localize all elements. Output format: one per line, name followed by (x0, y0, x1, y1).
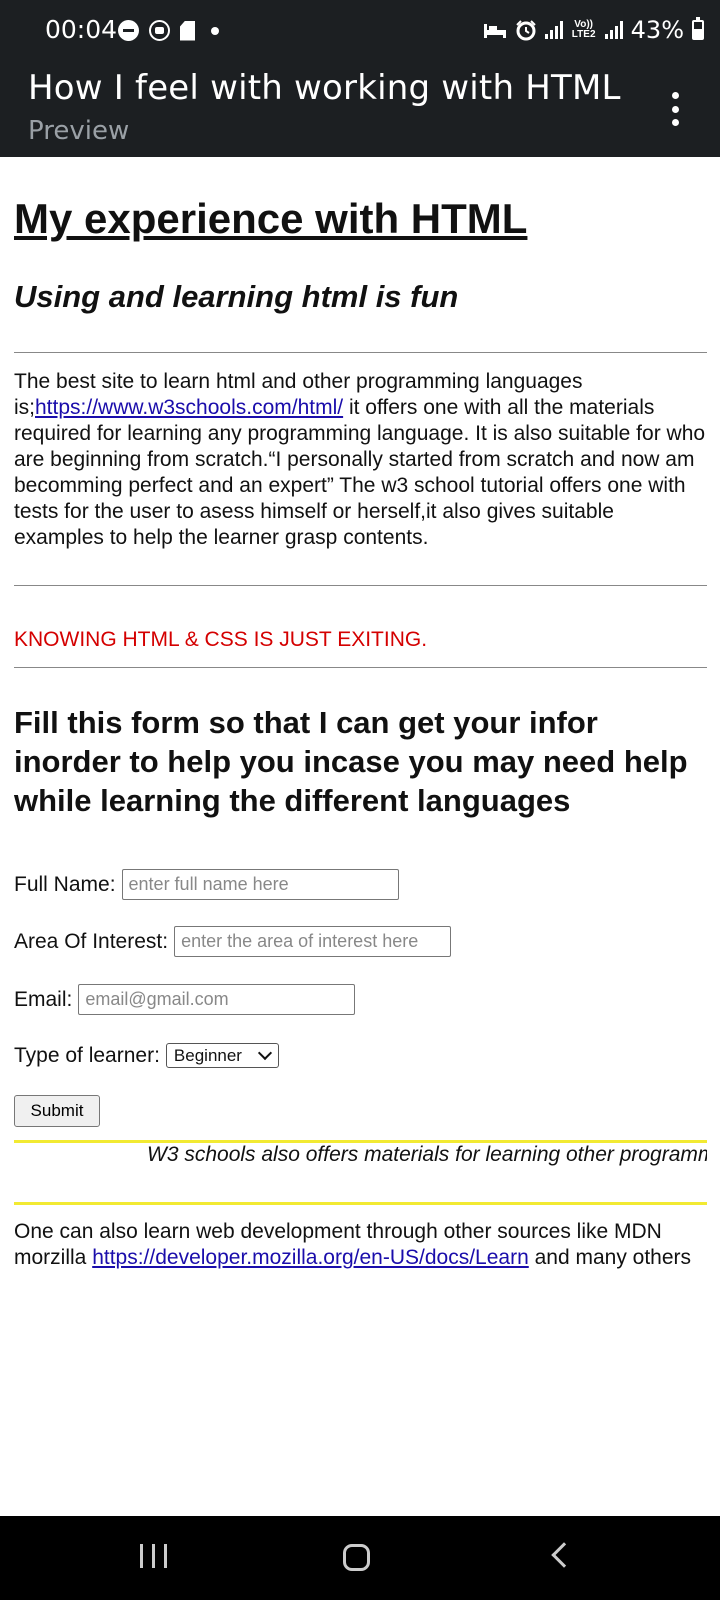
marquee: W3 schools also offers materials for lea… (14, 1141, 707, 1171)
learner-type-select[interactable]: Beginner (165, 1043, 279, 1068)
divider (14, 585, 707, 586)
battery-percent: 43% (630, 16, 684, 44)
status-icons-right: Vo)) LTE2 43% (483, 16, 704, 44)
app-bar: How I feel with working with HTML Previe… (0, 60, 720, 157)
page-subtitle: Using and learning html is fun (14, 279, 459, 314)
app-bar-subtitle: Preview (28, 116, 130, 146)
submit-button[interactable]: Submit (14, 1095, 100, 1127)
dot-icon (211, 26, 219, 35)
home-icon[interactable] (343, 1544, 370, 1571)
highlight-note: KNOWING HTML & CSS IS JUST EXITING. (14, 628, 428, 651)
app-bar-title: How I feel with working with HTML (28, 68, 621, 108)
dnd-icon (118, 20, 139, 41)
intro-paragraph: The best site to learn html and other pr… (14, 369, 707, 551)
divider (14, 352, 707, 353)
back-icon[interactable] (551, 1542, 577, 1568)
full-name-row: Full Name: (14, 869, 399, 900)
full-name-label: Full Name: (14, 872, 116, 896)
status-time: 00:04 (45, 15, 118, 44)
page-title: My experience with HTML (14, 195, 528, 242)
sdcard-icon (180, 20, 195, 41)
sleep-mode-icon (483, 24, 506, 38)
marquee-border-bottom (14, 1202, 707, 1205)
status-icons-left (118, 20, 219, 41)
full-name-input[interactable] (121, 869, 399, 900)
chevron-down-icon (257, 1045, 272, 1061)
outro-paragraph: One can also learn web development throu… (14, 1219, 707, 1271)
w3schools-link[interactable]: https://www.w3schools.com/html/ (35, 396, 343, 419)
learner-type-row: Type of learner: Beginner (14, 1043, 279, 1068)
interest-input[interactable] (174, 926, 452, 957)
status-bar: 00:04 Vo)) LTE2 43% (0, 0, 720, 60)
marquee-text: W3 schools also offers materials for lea… (147, 1143, 707, 1166)
form-heading: Fill this form so that I can get your in… (14, 705, 688, 818)
more-vert-icon[interactable] (670, 92, 680, 126)
screen-record-icon (149, 20, 170, 41)
email-label: Email: (14, 987, 73, 1011)
outro-text-continued: and many others (528, 1246, 692, 1269)
alarm-icon (515, 20, 536, 41)
mdn-link[interactable]: https://developer.mozilla.org/en-US/docs… (92, 1246, 529, 1269)
divider (14, 667, 707, 668)
battery-icon (692, 17, 704, 40)
interest-row: Area Of Interest: (14, 926, 452, 957)
recents-icon[interactable] (140, 1544, 167, 1568)
email-row: Email: (14, 984, 356, 1015)
signal-icon (604, 21, 623, 39)
interest-label: Area Of Interest: (14, 929, 169, 953)
learner-type-label: Type of learner: (14, 1043, 160, 1067)
signal-icon (544, 21, 563, 39)
nav-bar (0, 1516, 720, 1600)
learner-type-value: Beginner (173, 1045, 242, 1065)
lte-indicator: Vo)) LTE2 (571, 19, 596, 40)
email-input[interactable] (78, 984, 356, 1015)
